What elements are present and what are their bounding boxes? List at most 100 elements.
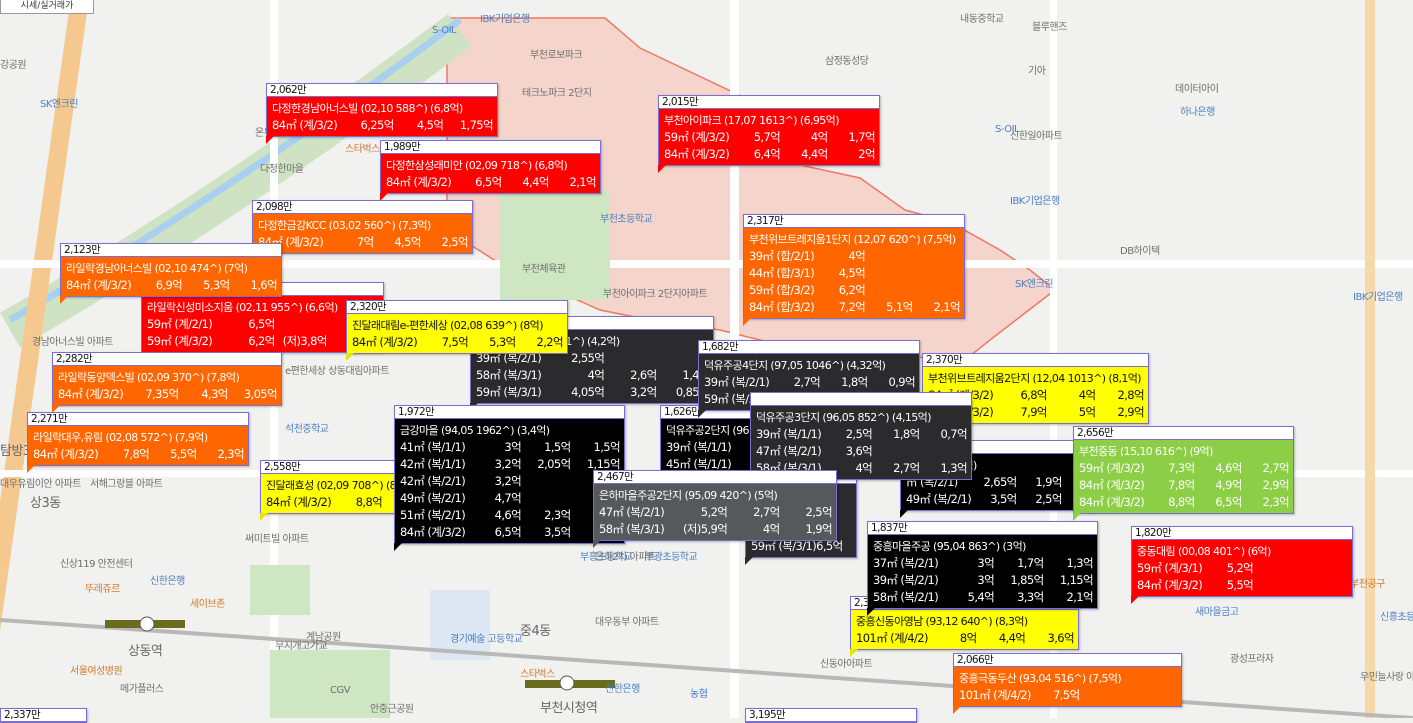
map-place-label[interactable]: 뚜레쥬르: [85, 580, 120, 595]
map-place-label[interactable]: 기아: [1028, 62, 1046, 77]
map-place-label[interactable]: 서해그랑블 아파트: [90, 475, 163, 490]
map-place-label[interactable]: 강공원: [0, 56, 27, 71]
map-place-label[interactable]: e편한세상 상동대림아파트: [285, 362, 390, 377]
unit-price-row: 84㎡ (계/3/2) 6,9억 5,3억 1,6억: [66, 277, 278, 294]
map-place-label[interactable]: S-OIL: [432, 25, 457, 36]
unit-type: 42㎡ (복/2/1): [400, 474, 466, 488]
unit-price-row: 84㎡ (계/3/2) 7,5억 5,3억 2,2억: [352, 334, 564, 351]
map-place-label[interactable]: 내동중학교: [960, 10, 1004, 25]
jeonse-price: [521, 490, 570, 507]
map-place-label[interactable]: 계남공원: [306, 628, 341, 643]
apartment-price-marker[interactable]: 3,195만: [745, 708, 917, 723]
map-place-label[interactable]: 경기예술 고등학교: [450, 630, 523, 645]
map-place-label[interactable]: 써미트빌 아파트: [245, 530, 309, 545]
unit-type: 42㎡ (복/1/1): [400, 457, 466, 471]
price-mode-toggle[interactable]: 시세/실거래가: [0, 0, 94, 14]
gap-price: 1,7억: [848, 130, 876, 144]
map-place-label[interactable]: 상동역: [128, 640, 163, 659]
sale-price: 8,8억: [1168, 495, 1195, 509]
map-place-label[interactable]: SK엔크린: [40, 95, 79, 110]
apartment-price-marker[interactable]: 2,467만 은하마을주공2단지 (95,09 420^) (5억) 47㎡ (복/…: [593, 470, 837, 548]
map-place-label[interactable]: 부천시청역: [540, 697, 598, 716]
map-place-label[interactable]: 신동아아파트: [820, 655, 873, 670]
apartment-price-marker[interactable]: 1,972만 금강마을 (94,05 1962^) (3,4억) 41㎡ (복/1/…: [394, 405, 625, 551]
map-place-label[interactable]: 농협: [690, 685, 708, 700]
jeonse-price: 4,4억: [998, 631, 1026, 645]
marker-pointer-icon: [593, 540, 601, 548]
apartment-price-marker[interactable]: 1,837만 중흥마을주공 (95,04 863^) (3억) 37㎡ (복/2/1…: [867, 521, 1098, 616]
map-place-label[interactable]: 다정한마을: [260, 160, 304, 175]
apartment-price-marker[interactable]: 2,098만 다정한금강KCC (03,02 560^) (7,3억) 84㎡ (계…: [252, 200, 473, 261]
jeonse-price: 2,5억: [1035, 492, 1062, 506]
map-place-label[interactable]: CGV: [330, 685, 351, 696]
unit-price-row: 84㎡ (계/3/2) 7,8억 4,9억 2,9억: [1079, 477, 1290, 494]
map-place-label[interactable]: 세이브존: [190, 595, 225, 610]
map-place-label[interactable]: 신한은행: [605, 680, 640, 695]
jeonse-price: [872, 443, 919, 460]
apartment-price-marker[interactable]: 2,317만 부천위브트레지움1단지 (12,07 620^) (7,5억) 39㎡…: [743, 214, 965, 326]
price-per-pyeong: 2,320만: [347, 301, 567, 314]
map-place-label[interactable]: 대우유림이안 아파트: [0, 475, 81, 490]
marker-pointer-icon: [698, 410, 706, 418]
map-canvas[interactable]: IBK기업은행 S-OIL 부천로보파크테크노파크 2단지 삼정동성당 내동중학교블루핸…: [0, 0, 1413, 723]
map-place-label[interactable]: 부천아이파크 2단지아파트: [603, 285, 708, 300]
map-place-label[interactable]: 스타벅스: [520, 665, 555, 680]
map-place-label[interactable]: 신흥초등: [1380, 608, 1413, 623]
map-place-label[interactable]: 부천공구: [1350, 575, 1385, 590]
map-place-label[interactable]: 스타벅스: [345, 140, 380, 155]
map-place-label[interactable]: 하나은행: [1180, 103, 1215, 118]
price-per-pyeong: 2,317만: [744, 215, 964, 228]
map-place-label[interactable]: 부천체육관: [522, 260, 566, 275]
marker-pointer-icon: [346, 353, 354, 361]
map-place-label[interactable]: 데이터아이: [1175, 80, 1219, 95]
apartment-price-marker[interactable]: 2,282만 라일락동양덱스빌 (02,09 370^) (7,8억) 84㎡ (계…: [52, 352, 282, 413]
map-place-label[interactable]: 경남아너스빌 아파트: [32, 333, 113, 348]
complex-title: 다정한삼성래미안 (02,09 718^) (6,8억): [386, 159, 568, 172]
map-place-label[interactable]: 안중근공원: [370, 700, 414, 715]
map-place-label[interactable]: 대우동부 아파트: [595, 613, 659, 628]
map-place-label[interactable]: 블루핸즈: [1032, 18, 1067, 33]
gap-price: 1,15억: [1059, 573, 1094, 587]
marker-body: 부천중동 (15,10 616^) (9억) 59㎡ (계/3/2) 7,3억 4,6…: [1074, 440, 1293, 513]
map-place-label[interactable]: 테크노파크 2단지: [522, 84, 592, 99]
apartment-price-marker[interactable]: 2,062만 다정한경남아너스빌 (02,10 588^) (6,8억) 84㎡ (…: [266, 83, 498, 144]
map-place-label[interactable]: 서울여성병원: [70, 662, 123, 677]
map-place-label[interactable]: 새마을금고: [1195, 603, 1239, 618]
map-place-label[interactable]: IBK기업은행: [480, 10, 530, 25]
apartment-price-marker[interactable]: 2,320만 진달래대림e-편한세상 (02,08 639^) (8억) 84㎡ (…: [346, 300, 568, 361]
jeonse-price: 5,1억: [886, 300, 913, 314]
jeonse-price: [275, 316, 327, 333]
marker-pointer-icon: [953, 706, 961, 714]
apartment-price-marker[interactable]: 덕유주공3단지 (96,05 852^) (4,15억) 39㎡ (복/1/1) 2…: [750, 392, 972, 487]
map-place-label[interactable]: 부천로보파크: [530, 46, 583, 61]
map-place-label[interactable]: IBK기업은행: [1353, 288, 1403, 303]
map-place-label[interactable]: 우민늘사랑 아파트: [1360, 668, 1413, 683]
apartment-price-marker[interactable]: 1,989만 다정한삼성래미안 (02,09 718^) (6,8억) 84㎡ (계…: [380, 140, 601, 201]
map-place-label[interactable]: 삼정동성당: [825, 52, 869, 67]
map-place-label[interactable]: 신상119 안전센터: [60, 555, 133, 570]
map-place-label[interactable]: 은하2차 아파트: [595, 548, 656, 563]
apartment-price-marker[interactable]: 2,656만 부천중동 (15,10 616^) (9억) 59㎡ (계/3/2) 7…: [1073, 426, 1294, 521]
map-place-label[interactable]: 광성프라자: [1230, 650, 1274, 665]
map-place-label[interactable]: 석천중학교: [285, 420, 329, 435]
map-place-label[interactable]: 상3동: [30, 492, 61, 511]
map-place-label[interactable]: 메가플러스: [120, 680, 164, 695]
jeonse-price: 1,9억: [1035, 475, 1062, 489]
map-place-label[interactable]: 중4동: [520, 620, 551, 639]
apartment-price-marker[interactable]: 1,820만 중동대림 (00,08 401^) (6억) 59㎡ (계/3/1) 5…: [1131, 526, 1353, 604]
map-place-label[interactable]: DB하이텍: [1120, 242, 1160, 257]
apartment-price-marker[interactable]: 2,123만 라일락경남아너스빌 (02,10 474^) (7억) 84㎡ (계/…: [60, 243, 282, 304]
map-place-label[interactable]: IBK기업은행: [1010, 192, 1060, 207]
apartment-price-marker[interactable]: 2,337만: [0, 708, 87, 723]
gap-price: [913, 248, 960, 265]
sale-price: 4억: [587, 368, 605, 382]
map-place-label[interactable]: 부천초등학교: [600, 210, 653, 225]
unit-price-row: 59㎡ (계/2/1) 6,5억: [147, 316, 379, 333]
unit-price-row: 84㎡ (계/3/2) 8,8억 6,5억 2,3억: [1079, 494, 1290, 511]
apartment-price-marker[interactable]: 2,066만 중흥극동두산 (93,04 516^) (7,5억) 101㎡ (계/…: [953, 653, 1182, 714]
map-place-label[interactable]: SK엔크린: [1015, 275, 1054, 290]
map-place-label[interactable]: 신한은행: [150, 572, 185, 587]
apartment-price-marker[interactable]: 2,015만 부천아이파크 (17,07 1613^) (6,95억) 59㎡ (계…: [658, 95, 880, 173]
map-place-label[interactable]: S-OIL: [995, 124, 1020, 135]
apartment-price-marker[interactable]: 2,271만 라일락대우,유림 (02,08 572^) (7,9억) 84㎡ (계…: [27, 412, 249, 473]
